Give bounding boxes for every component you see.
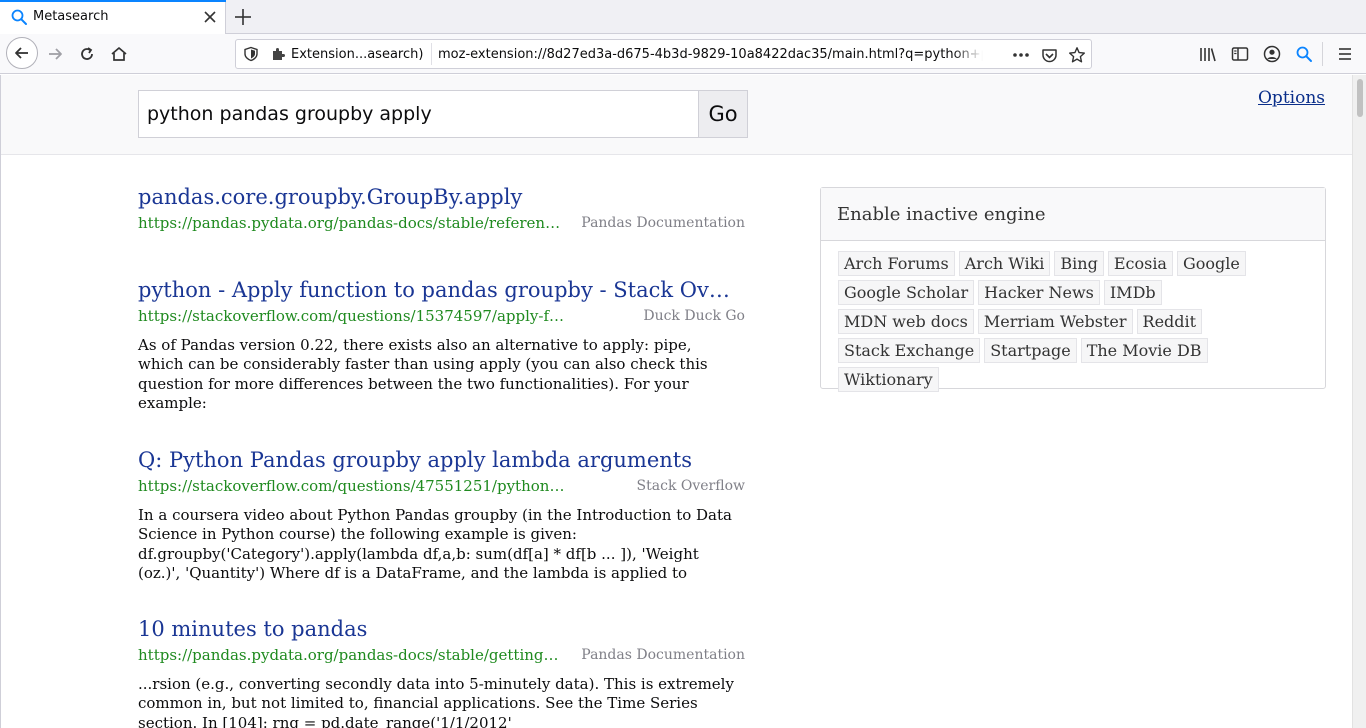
sidebar-button[interactable]	[1230, 44, 1250, 64]
result-snippet: As of Pandas version 0.22, there exists …	[138, 336, 708, 412]
library-button[interactable]	[1198, 44, 1218, 64]
engine-button[interactable]: Google Scholar	[838, 280, 975, 305]
engine-button[interactable]: MDN web docs	[838, 309, 974, 334]
back-icon	[15, 47, 28, 59]
app-menu-button[interactable]	[1335, 44, 1355, 64]
engine-list: Arch Forums Arch Wiki Bing Ecosia Google…	[821, 241, 1301, 396]
result-item: Q: Python Pandas groupby apply lambda ar…	[138, 446, 748, 583]
extension-identity-box[interactable]: Extension...asearch)	[266, 43, 433, 65]
engine-button[interactable]: Reddit	[1136, 309, 1203, 334]
result-url[interactable]: https://stackoverflow.com/questions/4755…	[138, 476, 566, 496]
result-meta: https://pandas.pydata.org/pandas-docs/st…	[138, 645, 748, 667]
engine-button[interactable]: Bing	[1054, 251, 1104, 276]
result-url[interactable]: https://pandas.pydata.org/pandas-docs/st…	[138, 213, 566, 233]
result-title-link[interactable]: pandas.core.groupby.GroupBy.apply	[138, 183, 740, 211]
plus-icon[interactable]	[232, 6, 254, 28]
result-url[interactable]: https://pandas.pydata.org/pandas-docs/st…	[138, 645, 566, 665]
more-icon	[1013, 53, 1029, 57]
back-button[interactable]	[6, 37, 38, 69]
engine-button[interactable]: Hacker News	[978, 280, 1100, 305]
inactive-engine-panel: Enable inactive engine Arch Forums Arch …	[820, 187, 1326, 392]
tab-active-indicator	[0, 0, 226, 2]
shield-icon[interactable]	[243, 46, 259, 62]
bookmark-star-button[interactable]	[1067, 45, 1087, 65]
forward-icon	[49, 48, 62, 60]
tab-strip: Metasearch	[0, 0, 1366, 34]
engine-button[interactable]: IMDb	[1103, 280, 1162, 305]
close-icon[interactable]	[201, 8, 219, 26]
search-icon	[11, 9, 27, 25]
result-engine: Pandas Documentation	[581, 647, 745, 663]
result-meta: https://stackoverflow.com/questions/1537…	[138, 306, 748, 328]
forward-button[interactable]	[40, 39, 70, 69]
scrollbar-thumb[interactable]	[1357, 79, 1363, 117]
result-title-link[interactable]: Q: Python Pandas groupby apply lambda ar…	[138, 446, 740, 474]
engine-panel-title: Enable inactive engine	[821, 188, 1325, 241]
star-icon	[1069, 47, 1085, 63]
extension-icon	[273, 48, 285, 60]
home-button[interactable]	[104, 39, 134, 69]
navigation-toolbar: Extension...asearch) moz-extension://8d2…	[0, 34, 1366, 74]
search-header: python pandas groupby apply Go Options	[1, 75, 1352, 155]
engine-button[interactable]: The Movie DB	[1080, 338, 1208, 363]
engine-button[interactable]: Arch Wiki	[958, 251, 1051, 276]
result-url[interactable]: https://stackoverflow.com/questions/1537…	[138, 306, 566, 326]
engine-button[interactable]: Wiktionary	[838, 367, 939, 392]
pocket-icon	[1041, 48, 1057, 62]
home-icon	[111, 47, 127, 61]
tab-title: Metasearch	[33, 9, 109, 24]
result-item: 10 minutes to pandas https://pandas.pyda…	[138, 615, 748, 728]
reload-icon	[81, 47, 93, 60]
result-item: pandas.core.groupby.GroupBy.apply https:…	[138, 183, 748, 235]
pocket-button[interactable]	[1039, 45, 1059, 65]
result-item: python - Apply function to pandas groupb…	[138, 276, 748, 413]
url-bar[interactable]: Extension...asearch) moz-extension://8d2…	[235, 39, 1092, 69]
url-text[interactable]: moz-extension://8d27ed3a-d675-4b3d-9829-…	[438, 47, 983, 62]
account-button[interactable]	[1262, 44, 1282, 64]
extension-label: Extension...asearch)	[291, 46, 424, 62]
tab-metasearch[interactable]: Metasearch	[0, 0, 226, 34]
result-snippet: In a coursera video about Python Pandas …	[138, 506, 732, 582]
toolbar-separator	[1322, 42, 1323, 66]
result-engine: Stack Overflow	[636, 478, 745, 494]
go-button[interactable]: Go	[698, 90, 748, 138]
result-engine: Pandas Documentation	[581, 215, 745, 231]
sidebar-icon	[1231, 47, 1249, 61]
result-engine: Duck Duck Go	[643, 308, 745, 324]
result-snippet: ...rsion (e.g., converting secondly data…	[138, 675, 734, 728]
options-link[interactable]: Options	[1258, 88, 1325, 108]
menu-icon	[1339, 48, 1351, 60]
engine-button[interactable]: Google	[1176, 251, 1246, 276]
engine-button[interactable]: Merriam Webster	[977, 309, 1133, 334]
engine-button[interactable]: Arch Forums	[838, 251, 955, 276]
page-actions-button[interactable]	[1011, 45, 1031, 65]
search-input[interactable]: python pandas groupby apply	[138, 90, 700, 138]
metasearch-extension-button[interactable]	[1294, 44, 1314, 64]
search-icon	[1296, 46, 1312, 62]
engine-button[interactable]: Stack Exchange	[838, 338, 981, 363]
page-scrollbar[interactable]	[1352, 75, 1366, 728]
engine-button[interactable]: Ecosia	[1107, 251, 1173, 276]
account-icon	[1263, 45, 1281, 63]
result-meta: https://pandas.pydata.org/pandas-docs/st…	[138, 213, 748, 235]
result-meta: https://stackoverflow.com/questions/4755…	[138, 476, 748, 498]
engine-button[interactable]: Startpage	[984, 338, 1077, 363]
library-icon	[1200, 48, 1216, 62]
reload-button[interactable]	[72, 39, 102, 69]
result-title-link[interactable]: python - Apply function to pandas groupb…	[138, 276, 740, 304]
page-content: python pandas groupby apply Go Options p…	[0, 75, 1352, 728]
result-title-link[interactable]: 10 minutes to pandas	[138, 615, 740, 643]
url-fade	[953, 43, 983, 65]
